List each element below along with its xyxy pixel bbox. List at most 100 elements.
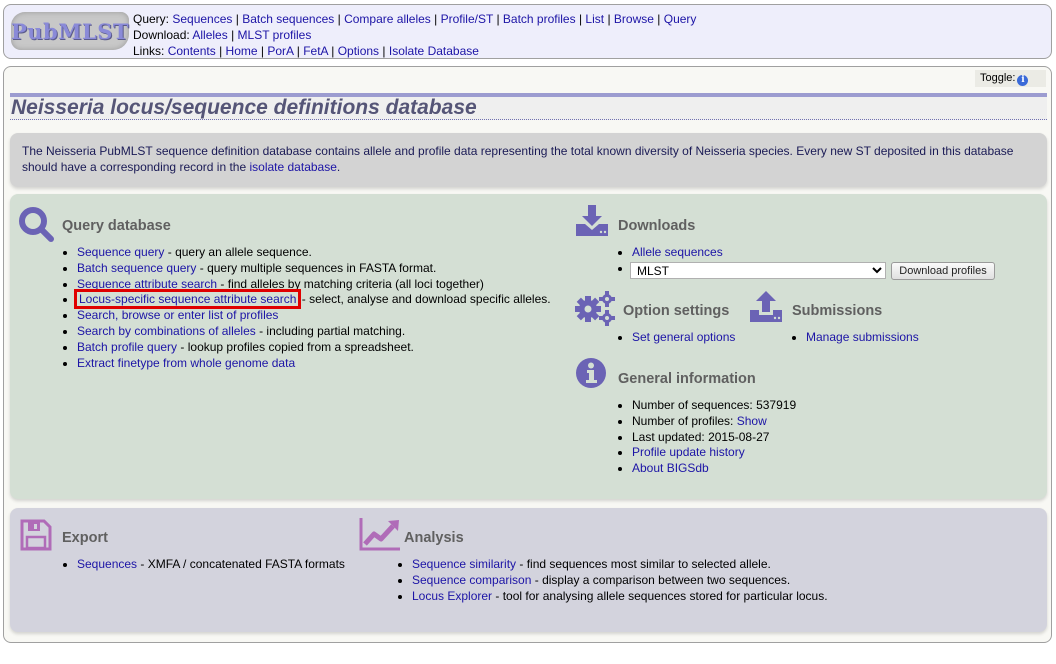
nav-isolate-database[interactable]: Isolate Database	[389, 44, 479, 58]
analysis-list: Sequence similarity - find sequences mos…	[398, 557, 828, 604]
list-item: Last updated: 2015-08-27	[632, 430, 796, 446]
profile-update-history-link[interactable]: Profile update history	[632, 445, 745, 459]
general-information-title: General information	[618, 371, 756, 387]
separator: |	[337, 12, 341, 26]
nav-mlst-profiles[interactable]: MLST profiles	[238, 28, 312, 42]
list-item: Set general options	[632, 330, 735, 346]
download-icon	[576, 205, 608, 236]
option-settings-title: Option settings	[623, 303, 730, 319]
last-updated-value: 2015-08-27	[708, 429, 770, 444]
page-title-bar: Neisseria locus/sequence definitions dat…	[10, 93, 1047, 120]
list-item: Number of sequences: 537919	[632, 398, 796, 414]
nav-alleles[interactable]: Alleles	[192, 28, 227, 42]
nav-profile-st[interactable]: Profile/ST	[441, 12, 493, 26]
main-tools-box: Query database Sequence query - query an…	[10, 194, 1047, 499]
item-description: - including partial matching.	[255, 323, 406, 338]
show-profiles-link[interactable]: Show	[737, 414, 767, 428]
list-item: Sequence similarity - find sequences mos…	[412, 557, 828, 573]
extract-finetype-link[interactable]: Extract finetype from whole genome data	[77, 356, 295, 370]
sequence-attribute-search-link[interactable]: Sequence attribute search	[77, 277, 217, 291]
info-icon[interactable]: i	[1017, 75, 1029, 86]
export-sequences-link[interactable]: Sequences	[77, 557, 137, 571]
nav-batch-sequences[interactable]: Batch sequences	[242, 12, 334, 26]
pubmlst-logo[interactable]: PubMLST	[11, 12, 129, 50]
download-nav-label: Download:	[133, 28, 190, 42]
general-information-list: Number of sequences: 537919 Number of pr…	[618, 398, 796, 477]
downloads-title: Downloads	[618, 218, 696, 234]
item-description: - tool for analysing allele sequences st…	[492, 588, 828, 603]
toggle-help[interactable]: Toggle: i	[975, 70, 1046, 87]
sequence-comparison-link[interactable]: Sequence comparison	[412, 573, 531, 587]
batch-profile-query-link[interactable]: Batch profile query	[77, 340, 177, 354]
separator: |	[382, 44, 386, 58]
toggle-label: Toggle:	[980, 72, 1016, 84]
sequence-query-link[interactable]: Sequence query	[77, 245, 164, 259]
intro-box: The Neisseria PubMLST sequence definitio…	[10, 133, 1047, 187]
allele-sequences-link[interactable]: Allele sequences	[632, 245, 723, 259]
about-bigsdb-link[interactable]: About BIGSdb	[632, 461, 709, 475]
list-item: Sequence query - query an allele sequenc…	[77, 245, 551, 261]
list-item: Number of profiles: Show	[632, 414, 796, 430]
separator: |	[296, 44, 300, 58]
nav-list[interactable]: List	[585, 12, 604, 26]
item-description: - query multiple sequences in FASTA form…	[196, 260, 437, 275]
sequence-similarity-link[interactable]: Sequence similarity	[412, 557, 516, 571]
logo-text: PubMLST	[10, 18, 130, 44]
nav-contents[interactable]: Contents	[168, 44, 216, 58]
query-nav-row: Query: Sequences | Batch sequences | Com…	[133, 11, 696, 27]
manage-submissions-link[interactable]: Manage submissions	[806, 330, 919, 344]
option-settings-list: Set general options	[618, 330, 735, 346]
separator: |	[260, 44, 265, 58]
site-header: PubMLST Query: Sequences | Batch sequenc…	[3, 4, 1052, 59]
isolate-database-link[interactable]: isolate database	[249, 160, 336, 174]
separator: |	[434, 12, 438, 26]
list-item: Profile update history	[632, 445, 796, 461]
num-profiles-label: Number of profiles:	[632, 413, 737, 428]
item-description: - find alleles by matching criteria (all…	[217, 276, 484, 291]
last-updated-label: Last updated:	[632, 429, 709, 444]
list-item: Extract finetype from whole genome data	[77, 356, 551, 372]
search-combinations-alleles-link[interactable]: Search by combinations of alleles	[77, 324, 256, 338]
intro-text-end: .	[336, 160, 341, 174]
floppy-disk-icon	[20, 519, 52, 551]
separator: |	[219, 44, 223, 58]
search-browse-profiles-link[interactable]: Search, browse or enter list of profiles	[77, 308, 278, 322]
separator: |	[235, 12, 239, 26]
query-nav-label: Query:	[133, 12, 170, 26]
set-general-options-link[interactable]: Set general options	[632, 330, 735, 344]
list-item: About BIGSdb	[632, 461, 796, 477]
nav-browse[interactable]: Browse	[614, 12, 654, 26]
list-item: Locus-specific sequence attribute search…	[73, 289, 551, 310]
locus-explorer-link[interactable]: Locus Explorer	[412, 589, 492, 603]
separator: |	[331, 44, 335, 58]
export-list: Sequences - XMFA / concatenated FASTA fo…	[63, 557, 345, 573]
submissions-title: Submissions	[792, 303, 883, 319]
list-item: Allele sequences	[632, 245, 723, 261]
nav-batch-profiles[interactable]: Batch profiles	[503, 12, 576, 26]
nav-query[interactable]: Query	[664, 12, 697, 26]
item-description: - query an allele sequence.	[164, 245, 312, 259]
download-profiles-button[interactable]: Download profiles	[891, 262, 995, 280]
list-item: Search, browse or enter list of profiles	[77, 308, 551, 324]
nav-options[interactable]: Options	[338, 44, 379, 58]
list-item: Sequences - XMFA / concatenated FASTA fo…	[77, 557, 345, 573]
batch-sequence-query-link[interactable]: Batch sequence query	[77, 261, 196, 275]
num-sequences-label: Number of sequences:	[632, 398, 757, 412]
info-icon	[576, 358, 606, 388]
item-description: - lookup profiles copied from a spreadsh…	[177, 339, 414, 354]
links-nav-label: Links:	[133, 44, 165, 58]
list-item: Sequence comparison - display a comparis…	[412, 573, 828, 589]
nav-sequences[interactable]: Sequences	[172, 12, 232, 26]
nav-compare-alleles[interactable]: Compare alleles	[344, 12, 431, 26]
links-nav-row: Links: Contents | Home | PorA | FetA | O…	[133, 43, 696, 59]
separator: |	[496, 12, 500, 26]
locus-specific-sequence-attribute-search-link[interactable]: Locus-specific sequence attribute search	[73, 289, 302, 310]
separator: |	[578, 12, 583, 26]
nav-feta[interactable]: FetA	[303, 44, 328, 58]
list-item: Locus Explorer - tool for analysing alle…	[412, 589, 828, 605]
list-item: Sequence attribute search - find alleles…	[77, 277, 551, 293]
query-database-title: Query database	[62, 218, 171, 234]
scheme-select[interactable]: MLST	[630, 262, 886, 279]
nav-home[interactable]: Home	[226, 44, 258, 58]
nav-pora[interactable]: PorA	[267, 44, 293, 58]
